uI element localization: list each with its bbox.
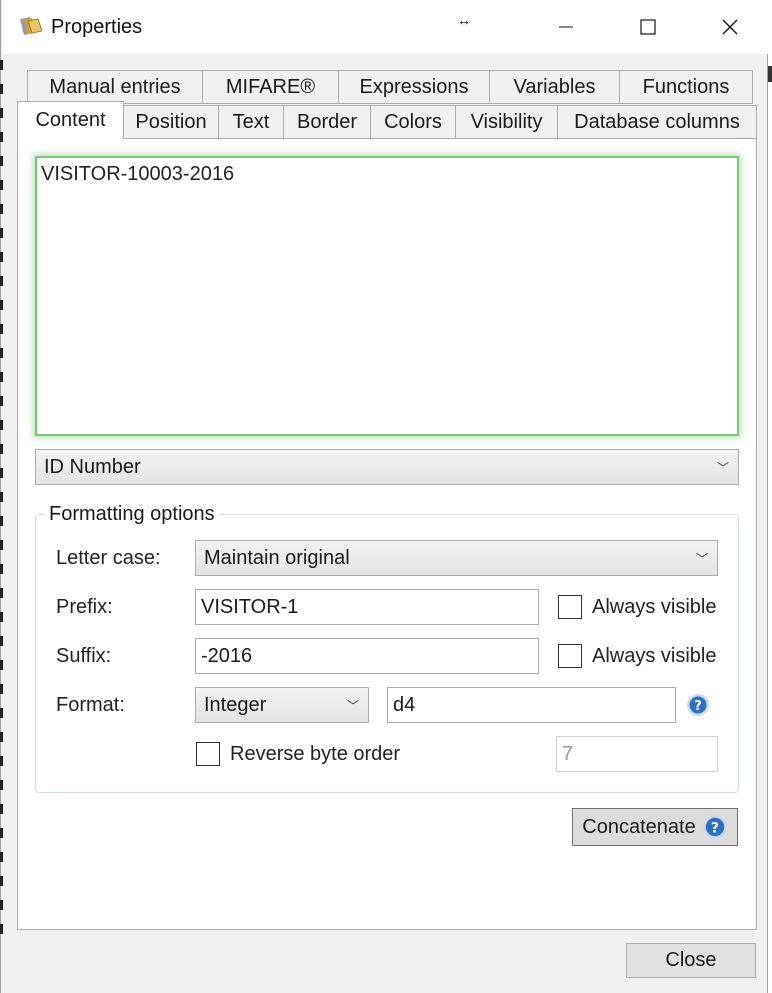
help-icon: ? (702, 815, 727, 839)
chevron-down-icon: ﹀ (695, 551, 708, 566)
format-type-dropdown[interactable]: Integer ﹀ (195, 687, 369, 723)
tab-text[interactable]: Text (218, 105, 284, 139)
tab-functions[interactable]: Functions (619, 70, 753, 104)
tab-visibility[interactable]: Visibility (455, 105, 558, 139)
tab-label: Functions (642, 75, 730, 98)
window-title: Properties (51, 16, 143, 38)
suffix-input[interactable]: -2016 (195, 638, 539, 674)
prefix-value: VISITOR-1 (201, 595, 299, 618)
tab-border[interactable]: Border (283, 105, 371, 139)
concatenate-label: Concatenate (582, 815, 696, 838)
suffix-always-visible-checkbox[interactable] (558, 644, 582, 668)
suffix-value: -2016 (201, 644, 253, 667)
format-string-input[interactable]: d4 (387, 687, 676, 723)
tab-label: Colors (384, 110, 442, 133)
suffix-always-visible-label[interactable]: Always visible (592, 645, 716, 668)
tab-label: Text (232, 110, 270, 133)
app-icon (20, 17, 43, 35)
close-icon (722, 19, 738, 35)
tab-label: Expressions (359, 75, 469, 98)
format-string-value: d4 (393, 693, 416, 716)
minimize-button[interactable] (538, 0, 594, 54)
chevron-down-icon: ﹀ (716, 460, 729, 475)
close-window-button[interactable] (702, 0, 758, 54)
tab-mifare[interactable]: MIFARE® (202, 70, 339, 104)
tab-variables[interactable]: Variables (489, 70, 620, 104)
maximize-icon (640, 19, 656, 35)
format-label: Format: (56, 694, 125, 716)
minimize-icon (559, 26, 573, 28)
byte-count-input: 7 (556, 736, 718, 772)
tab-content[interactable]: Content (17, 101, 124, 139)
svg-text:?: ? (694, 699, 702, 714)
resize-cursor-icon: ↔ (457, 12, 471, 28)
properties-window: Properties ↔ Manual entries MIFARE® Expr… (0, 0, 768, 993)
svg-text:?: ? (711, 820, 719, 836)
tab-label: MIFARE® (225, 75, 316, 98)
reverse-byte-order-label[interactable]: Reverse byte order (230, 743, 400, 766)
format-type-value: Integer (204, 693, 267, 716)
source-field-dropdown[interactable]: ID Number ﹀ (35, 449, 739, 485)
letter-case-value: Maintain original (204, 546, 350, 569)
prefix-always-visible-label[interactable]: Always visible (592, 596, 716, 619)
background-dashed-edge (0, 60, 3, 940)
background-strip (768, 0, 772, 993)
tab-colors[interactable]: Colors (370, 105, 456, 139)
close-label: Close (665, 949, 717, 971)
tab-label: Position (135, 110, 207, 133)
tab-label: Manual entries (49, 75, 181, 98)
source-field-value: ID Number (44, 455, 141, 478)
suffix-label: Suffix: (56, 645, 112, 667)
prefix-label: Prefix: (56, 596, 113, 618)
tab-manual-entries[interactable]: Manual entries (27, 70, 203, 104)
prefix-always-visible-checkbox[interactable] (558, 595, 582, 619)
tab-label: Variables (513, 75, 596, 98)
close-button[interactable]: Close (626, 943, 756, 978)
tab-label: Border (296, 110, 358, 133)
prefix-input[interactable]: VISITOR-1 (195, 589, 539, 625)
letter-case-dropdown[interactable]: Maintain original ﹀ (195, 540, 718, 576)
formatting-options-legend: Formatting options (45, 503, 219, 526)
maximize-button[interactable] (620, 0, 676, 54)
content-preview-text: VISITOR-10003-2016 (41, 163, 235, 185)
tab-database-columns[interactable]: Database columns (557, 105, 757, 139)
reverse-byte-order-checkbox[interactable] (196, 742, 220, 766)
tab-label: Database columns (574, 110, 740, 133)
chevron-down-icon: ﹀ (346, 698, 359, 713)
concatenate-button[interactable]: Concatenate ? (572, 808, 738, 846)
byte-count-value: 7 (562, 742, 574, 765)
tab-expressions[interactable]: Expressions (338, 70, 490, 104)
tab-label: Visibility (470, 110, 543, 133)
tab-position[interactable]: Position (123, 105, 219, 139)
help-icon[interactable]: ? (686, 693, 710, 717)
tab-label: Content (35, 109, 106, 131)
content-preview-textarea[interactable]: VISITOR-10003-2016 (35, 156, 739, 436)
letter-case-label: Letter case: (56, 547, 161, 569)
title-bar[interactable]: Properties ↔ (2, 0, 768, 54)
